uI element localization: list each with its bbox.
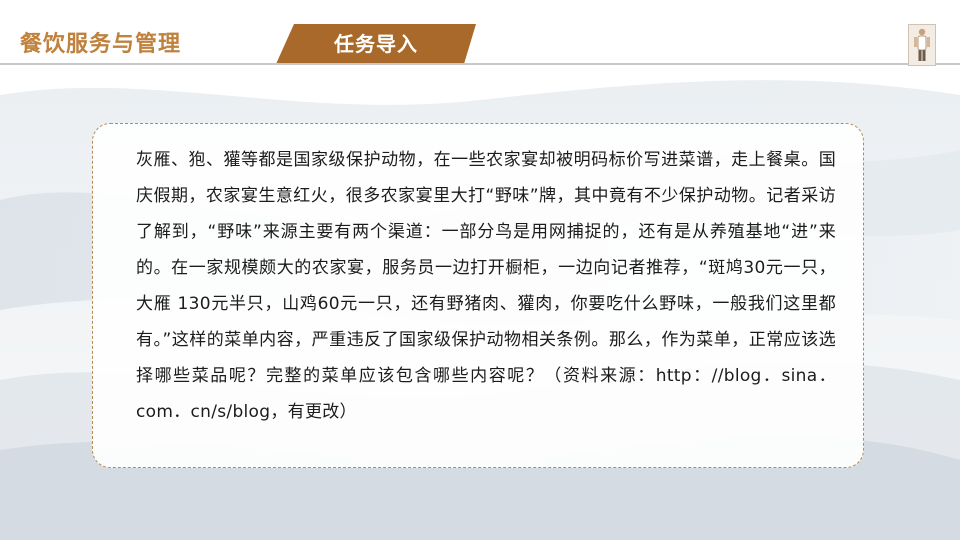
section-tab-label: 任务导入	[334, 32, 418, 56]
content-box: 灰雁、狍、獾等都是国家级保护动物，在一些农家宴却被明码标价写进菜谱，走上餐桌。国…	[92, 123, 864, 468]
case-paragraph: 灰雁、狍、獾等都是国家级保护动物，在一些农家宴却被明码标价写进菜谱，走上餐桌。国…	[136, 150, 836, 422]
course-title: 餐饮服务与管理	[20, 32, 182, 57]
header-divider	[0, 63, 960, 65]
chef-figure-icon	[908, 24, 936, 66]
section-tab[interactable]: 任务导入	[276, 24, 476, 64]
slide-header: 餐饮服务与管理 任务导入	[0, 0, 960, 68]
